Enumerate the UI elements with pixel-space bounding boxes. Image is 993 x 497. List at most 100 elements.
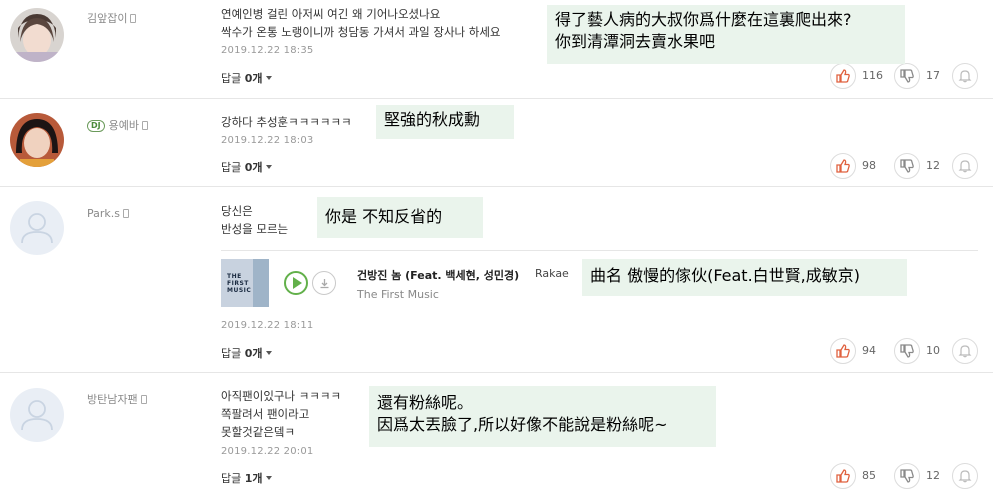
- overlay-line: 還有粉絲呢。: [377, 393, 474, 412]
- like-button[interactable]: [830, 153, 856, 179]
- album-art-line: FIRST: [227, 280, 249, 287]
- album-art[interactable]: THE FIRST MUSIC: [221, 259, 269, 307]
- like-count: 85: [862, 469, 876, 482]
- like-button[interactable]: [830, 63, 856, 89]
- album-art-line: THE: [227, 273, 242, 280]
- avatar[interactable]: [10, 388, 64, 442]
- download-button[interactable]: [312, 271, 336, 295]
- report-button[interactable]: [952, 63, 978, 89]
- comment-line: 당신은: [221, 204, 253, 218]
- like-count: 98: [862, 159, 876, 172]
- translation-overlay: 曲名 傲慢的傢伙(Feat.白世賢,成敏京): [582, 259, 907, 296]
- comment-line: 강하다 추성훈ㅋㅋㅋㅋㅋㅋ: [221, 115, 352, 129]
- overlay-line: 曲名 傲慢的傢伙(Feat.白世賢,成敏京): [590, 266, 860, 285]
- dislike-count: 17: [926, 69, 940, 82]
- avatar[interactable]: [10, 201, 64, 255]
- album-art-label: THE FIRST MUSIC: [227, 273, 251, 294]
- like-count: 116: [862, 69, 883, 82]
- comment-item: 방탄남자팬 아직팬이있구나 ㅋㅋㅋㅋ 쪽팔려서 팬이라고 못할것같은뎈ㅋ 201…: [0, 373, 993, 497]
- thumbs-up-icon: [836, 344, 850, 358]
- caret-down-icon: [265, 76, 272, 80]
- dislike-button[interactable]: [894, 63, 920, 89]
- nickname-text: 용예바: [108, 119, 139, 132]
- comment-line: 아직팬이있구나 ㅋㅋㅋㅋ: [221, 389, 342, 403]
- album-art-band: [253, 259, 269, 307]
- translation-overlay: 還有粉絲呢。 因爲太丟臉了,所以好像不能說是粉絲呢~: [369, 386, 716, 447]
- song-album[interactable]: The First Music: [357, 288, 439, 301]
- divider: [221, 250, 978, 251]
- overlay-line: 堅強的秋成勳: [384, 110, 481, 129]
- dislike-count: 10: [926, 344, 940, 357]
- reply-count: 1개: [244, 472, 263, 485]
- comment-text: 연예인병 걸린 아저씨 여긴 왜 기어나오셨나요 싹수가 온통 노랭이니까 청담…: [221, 5, 501, 41]
- like-button[interactable]: [830, 338, 856, 364]
- bell-icon: [958, 70, 972, 83]
- reply-count: 0개: [244, 161, 263, 174]
- translation-overlay: 你是 不知反省的: [317, 197, 483, 238]
- bell-icon: [958, 345, 972, 358]
- nickname[interactable]: 김앞잡이: [87, 10, 137, 26]
- song-title[interactable]: 건방진 놈 (Feat. 백세현, 성민경): [357, 267, 519, 283]
- comment-date: 2019.12.22 18:11: [221, 320, 314, 331]
- comment-actions: 85 12: [830, 463, 978, 489]
- translation-overlay: 得了藝人病的大叔你爲什麼在這裏爬出來? 你到清潭洞去賣水果吧: [547, 5, 905, 64]
- comment-date: 2019.12.22 20:01: [221, 446, 314, 457]
- comment-line: 못할것같은뎈ㅋ: [221, 425, 296, 439]
- thumbs-down-icon: [900, 159, 914, 173]
- caret-down-icon: [265, 351, 272, 355]
- avatar[interactable]: [10, 8, 64, 62]
- mobile-device-icon: [140, 395, 147, 404]
- overlay-line: 因爲太丟臉了,所以好像不能說是粉絲呢~: [377, 415, 668, 434]
- mobile-device-icon: [130, 14, 137, 23]
- comment-actions: 116 17: [830, 63, 978, 89]
- dislike-button[interactable]: [894, 338, 920, 364]
- like-button[interactable]: [830, 463, 856, 489]
- nickname[interactable]: DJ 용예바: [87, 117, 148, 133]
- thumbs-up-icon: [836, 69, 850, 83]
- report-button[interactable]: [952, 153, 978, 179]
- report-button[interactable]: [952, 338, 978, 364]
- comment-line: 연예인병 걸린 아저씨 여긴 왜 기어나오셨나요: [221, 7, 441, 21]
- comment-date: 2019.12.22 18:35: [221, 45, 314, 56]
- comment-actions: 98 12: [830, 153, 978, 179]
- reply-toggle[interactable]: 답글 1개: [221, 470, 272, 486]
- nickname[interactable]: Park.s: [87, 207, 129, 220]
- reply-label: 답글: [221, 161, 245, 174]
- translation-overlay: 堅強的秋成勳: [376, 105, 514, 139]
- thumbs-up-icon: [836, 469, 850, 483]
- reply-toggle[interactable]: 답글 0개: [221, 70, 272, 86]
- comment-date: 2019.12.22 18:03: [221, 135, 314, 146]
- bell-icon: [958, 160, 972, 173]
- thumbs-down-icon: [900, 69, 914, 83]
- comment-line: 반성을 모르는: [221, 222, 289, 236]
- comment-actions: 94 10: [830, 338, 978, 364]
- caret-down-icon: [265, 165, 272, 169]
- thumbs-down-icon: [900, 344, 914, 358]
- reply-count: 0개: [244, 347, 263, 360]
- overlay-line: 你是 不知反省的: [325, 207, 443, 226]
- bell-icon: [958, 470, 972, 483]
- thumbs-down-icon: [900, 469, 914, 483]
- reply-label: 답글: [221, 347, 245, 360]
- caret-down-icon: [265, 476, 272, 480]
- comment-line: 싹수가 온통 노랭이니까 청담동 가셔서 과일 장사나 하세요: [221, 25, 501, 39]
- play-button[interactable]: [284, 271, 308, 295]
- reply-label: 답글: [221, 72, 245, 85]
- report-button[interactable]: [952, 463, 978, 489]
- nickname[interactable]: 방탄남자팬: [87, 391, 147, 407]
- avatar[interactable]: [10, 113, 64, 167]
- reply-toggle[interactable]: 답글 0개: [221, 159, 272, 175]
- dislike-button[interactable]: [894, 463, 920, 489]
- comment-text: 당신은 반성을 모르는: [221, 202, 288, 238]
- comment-item: DJ 용예바 강하다 추성훈ㅋㅋㅋㅋㅋㅋ 2019.12.22 18:03 답글 …: [0, 99, 993, 187]
- like-count: 94: [862, 344, 876, 357]
- reply-label: 답글: [221, 472, 245, 485]
- nickname-text: Park.s: [87, 207, 120, 220]
- comment-item: Park.s 당신은 반성을 모르는 你是 不知反省的 THE FIRST MU…: [0, 187, 993, 373]
- song-artist[interactable]: Rakae: [535, 267, 569, 280]
- reply-toggle[interactable]: 답글 0개: [221, 345, 272, 361]
- mobile-device-icon: [142, 121, 148, 130]
- comment-line: 쪽팔려서 팬이라고: [221, 407, 310, 421]
- dislike-button[interactable]: [894, 153, 920, 179]
- album-art-line: MUSIC: [227, 287, 252, 294]
